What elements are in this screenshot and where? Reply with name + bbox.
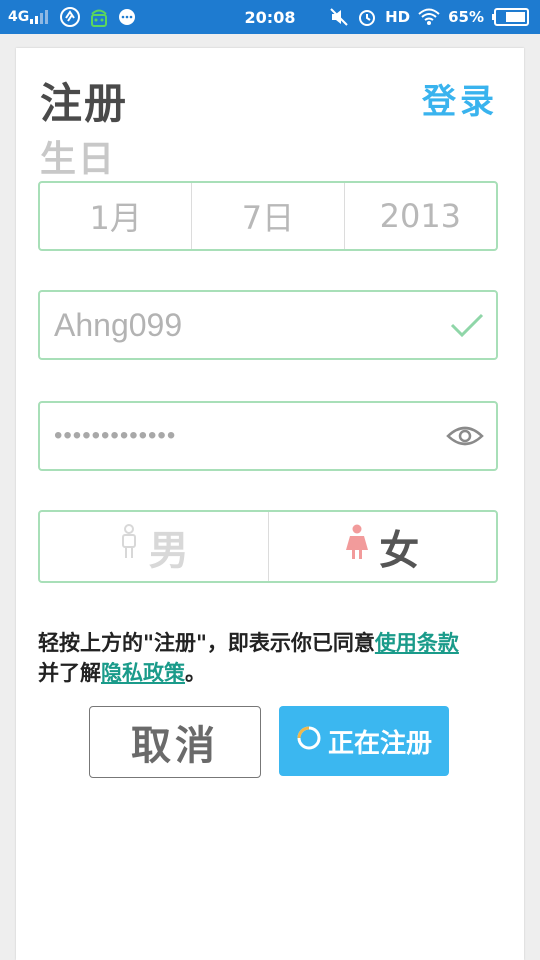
terms-of-use-link[interactable]: 使用条款 — [375, 631, 459, 655]
birthday-year[interactable]: 2013 — [345, 183, 496, 249]
birthday-month[interactable]: 1月 — [40, 183, 193, 249]
wifi-icon — [418, 8, 440, 26]
female-icon — [345, 524, 369, 570]
gender-female-option[interactable]: 女 — [269, 512, 497, 581]
check-icon — [450, 292, 484, 358]
male-icon — [119, 523, 139, 570]
alarm-icon — [357, 7, 377, 27]
gender-male-label: 男 — [148, 527, 189, 574]
login-link[interactable]: 登录 — [422, 74, 498, 123]
birthday-day[interactable]: 7日 — [192, 183, 345, 249]
hd-indicator: HD — [385, 8, 411, 26]
cancel-button[interactable]: 取消 — [89, 706, 261, 778]
birthday-picker: 1月 7日 2013 — [38, 181, 498, 251]
status-bar-right: HD 65% — [329, 0, 530, 34]
terms-suffix: 。 — [185, 661, 206, 685]
terms-middle: 并了解 — [38, 661, 101, 685]
status-bar: 4G 20:08 HD 65% — [0, 0, 540, 34]
register-button-label: 正在注册 — [327, 728, 432, 759]
battery-percent: 65% — [448, 8, 484, 26]
gender-female-label: 女 — [379, 527, 420, 574]
register-card: 注册 登录 生日 1月 7日 2013 Ahng099 ••••••••••••… — [16, 48, 524, 960]
mute-icon — [329, 7, 349, 27]
privacy-policy-link[interactable]: 隐私政策 — [101, 661, 185, 685]
battery-icon — [492, 8, 530, 26]
username-field[interactable]: Ahng099 — [38, 290, 498, 360]
gender-selector: 男 女 — [38, 510, 498, 583]
birthday-label: 生日 — [40, 139, 117, 180]
register-button[interactable]: 正在注册 — [279, 706, 449, 776]
gender-male-option[interactable]: 男 — [40, 512, 269, 581]
terms-prefix: 轻按上方的"注册"，即表示你已同意 — [38, 631, 375, 655]
eye-icon[interactable] — [446, 403, 484, 469]
loading-spinner-icon — [296, 725, 322, 758]
password-value: ••••••••••••• — [54, 422, 177, 449]
page-title: 注册 — [40, 79, 129, 128]
terms-notice: 轻按上方的"注册"，即表示你已同意使用条款 并了解隐私政策。 — [38, 628, 508, 688]
username-value: Ahng099 — [54, 306, 183, 343]
password-field[interactable]: ••••••••••••• — [38, 401, 498, 471]
